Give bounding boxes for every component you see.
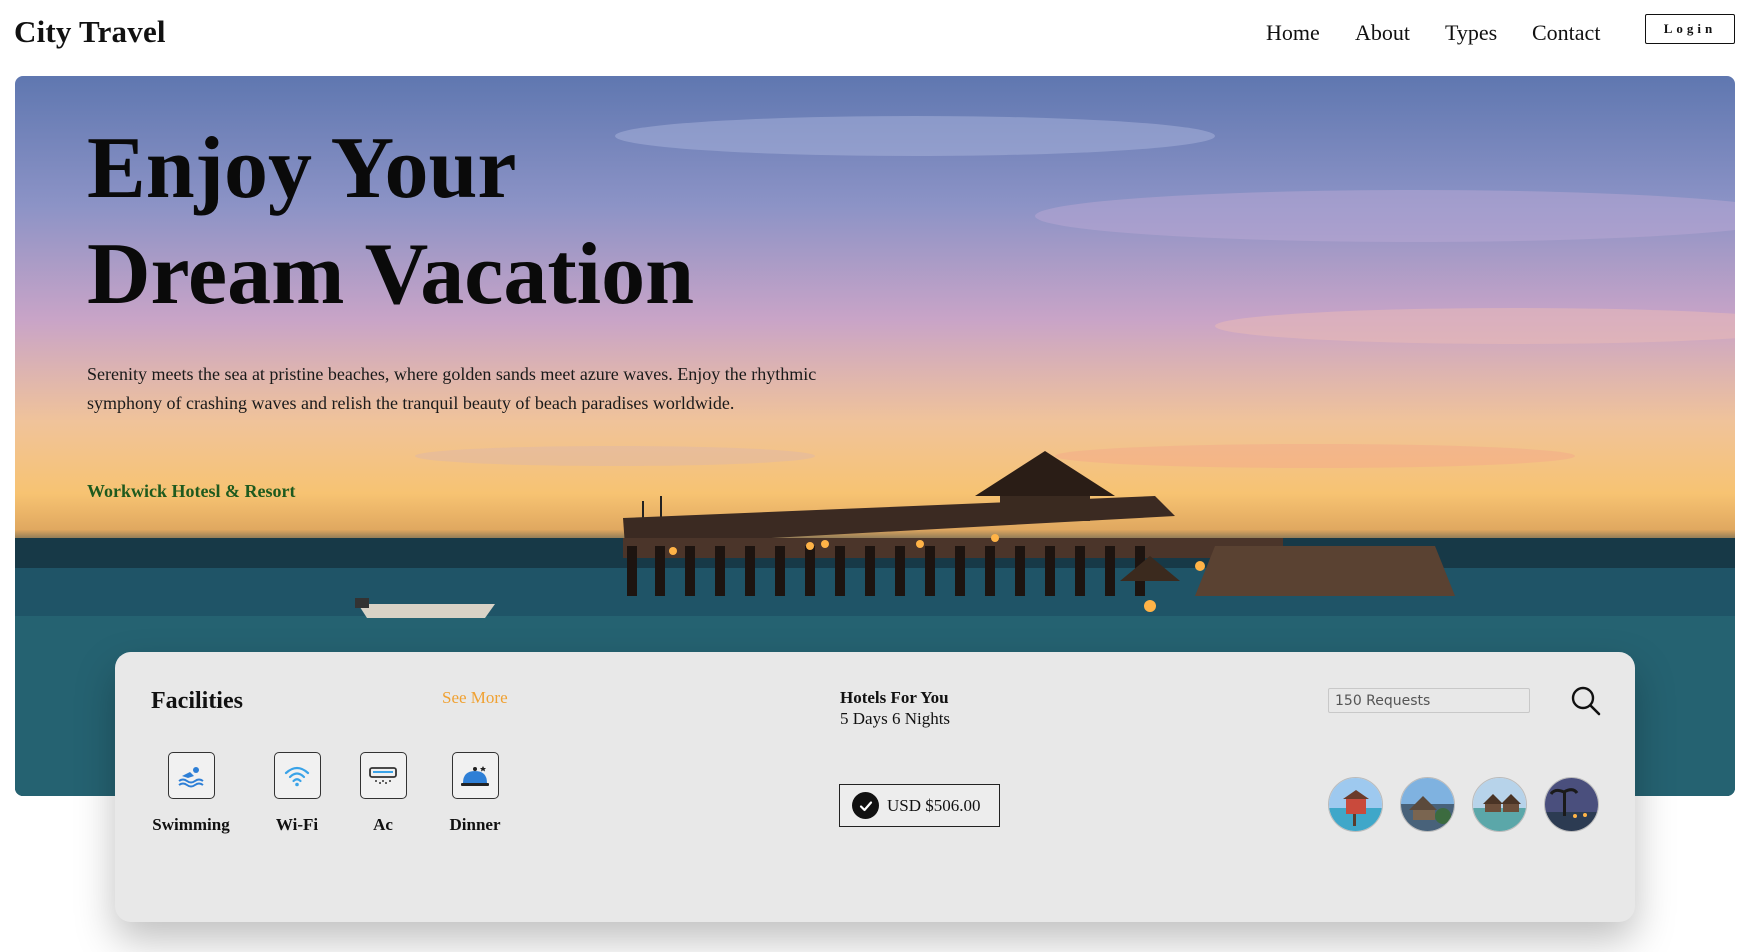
swimming-icon [167,752,215,799]
hero-title: Enjoy Your Dream Vacation [87,116,694,328]
facility-ac[interactable]: Ac [353,752,413,835]
nav-types[interactable]: Types [1445,20,1497,50]
hotel-thumbnail-2[interactable] [1400,777,1455,832]
hero-title-line1: Enjoy Your [87,120,517,217]
facility-dinner[interactable]: Dinner [445,752,505,835]
resort-link[interactable]: Workwick Hotesl & Resort [87,481,295,502]
price-button[interactable]: USD $506.00 [839,784,1000,827]
hotel-thumbnail-4[interactable] [1544,777,1599,832]
facilities-title: Facilities [151,688,243,714]
brand-logo[interactable]: City Travel [14,14,166,50]
facilities-card: Facilities See More Swimming Wi-Fi Ac Di… [115,652,1635,922]
hero-title-line2: Dream Vacation [87,226,695,323]
hotels-duration: 5 Days 6 Nights [840,709,951,728]
facility-label: Ac [373,815,393,834]
air-conditioner-icon [359,752,407,799]
facility-swimming[interactable]: Swimming [151,752,231,835]
check-circle-icon [852,792,879,819]
hotels-title: Hotels For You [840,688,949,707]
hotel-thumbnail-1[interactable] [1328,777,1383,832]
hero-description: Serenity meets the sea at pristine beach… [87,364,817,413]
nav-contact[interactable]: Contact [1532,20,1600,50]
see-more-link[interactable]: See More [442,688,508,708]
requests-input[interactable] [1328,688,1530,713]
facility-label: Dinner [449,815,501,834]
facility-label: Swimming [152,815,230,834]
hotel-thumbnail-3[interactable] [1472,777,1527,832]
dinner-cloche-icon [451,752,499,799]
facility-wifi[interactable]: Wi-Fi [267,752,327,835]
login-button[interactable]: Login [1645,14,1735,44]
price-label: USD $506.00 [887,795,981,815]
wifi-icon [273,752,321,799]
search-icon[interactable] [1570,685,1602,717]
nav-home[interactable]: Home [1266,20,1320,50]
nav-about[interactable]: About [1355,20,1410,50]
facility-label: Wi-Fi [275,815,319,834]
